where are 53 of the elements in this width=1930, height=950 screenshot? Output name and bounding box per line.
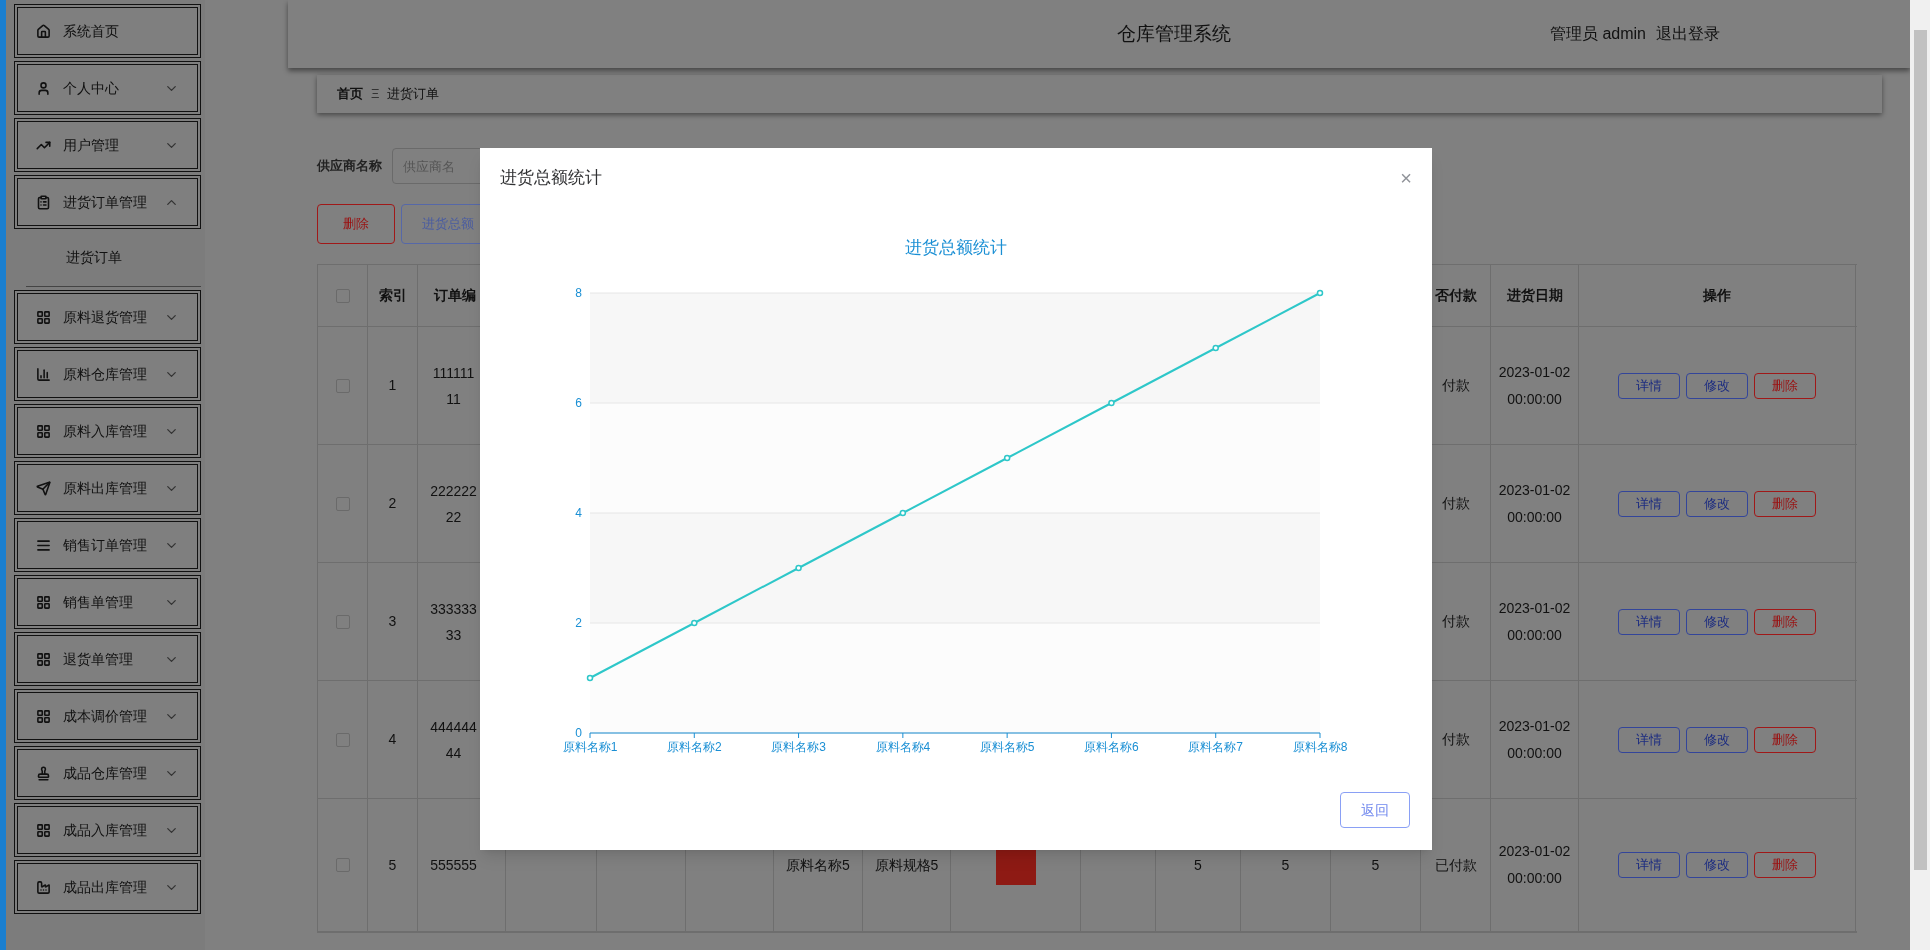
table-cell-text: 2023-01-02 00:00:00 [1498,842,1571,888]
axis-category-label: 原料名称3 [771,740,826,754]
table-cell-text: 44 [445,743,462,763]
table-cell-text: 2023-01-02 00:00:00 [1498,362,1571,409]
axis-tick-label: 4 [575,506,582,520]
table-cell-text: 2023-01-02 00:00:00 [1498,480,1571,527]
table-cell-text: 4 [388,730,397,749]
table-cell-text: 22 [445,507,462,527]
column-header: 操作 [1703,286,1731,305]
axis-category-label: 原料名称4 [875,740,931,754]
table-cell-text: 11 [446,389,461,409]
table-cell-text: 222222 [430,481,477,501]
table-cell-text: 111111 [432,363,475,383]
table-cell-text: 付款 [1441,612,1470,631]
table-cell-text: 333333 [430,599,477,619]
table-cell-text: 444444 [430,717,477,737]
chart-title: 进货总额统计 [905,238,1007,257]
axis-tick-label: 2 [575,616,582,630]
axis-tick-label: 8 [575,286,582,300]
table-cell-text: 付款 [1441,730,1470,749]
axis-tick-label: 6 [575,396,582,410]
table-cell-text: 1 [388,376,397,395]
axis-tick-label: 0 [575,726,582,740]
user-label: 管理员 admin [1549,24,1646,44]
breadcrumb-separator: Ξ [371,85,380,104]
column-header: 订单编 [434,286,476,305]
table-cell-text: 原料规格5 [874,855,939,875]
axis-category-label: 原料名称7 [1188,740,1244,754]
table-cell-text: 2023-01-02 00:00:00 [1498,716,1571,763]
table-cell-text: 555555 [430,856,477,875]
axis-category-label: 原料名称8 [1292,740,1348,754]
column-header: 否付款 [1434,286,1477,305]
table-cell-text: 2023-01-02 00:00:00 [1498,598,1571,645]
axis-category-label: 原料名称5 [979,740,1035,754]
axis-category-label: 原料名称1 [562,740,618,754]
table-cell-text: 已付款 [1434,855,1477,875]
axis-category-label: 原料名称2 [666,740,722,754]
dialog-title: 进货总额统计 [500,167,602,190]
table-cell-text: 5 [388,855,397,875]
table-cell-text: 原料名称5 [786,855,850,875]
axis-category-label: 原料名称6 [1084,740,1139,754]
table-cell-text: 付款 [1441,376,1470,395]
app-title: 仓库管理系统 [1117,21,1231,46]
table-cell-text: 5 [1281,855,1290,875]
table-cell-text: 5 [1371,855,1380,875]
table-cell-text: 3 [388,612,397,631]
column-header: 索引 [378,286,407,305]
table-cell-text: 付款 [1441,494,1470,513]
table-cell-text: 5 [1194,855,1202,875]
field-label: 供应商名称 [317,157,382,176]
column-header: 进货日期 [1506,286,1563,305]
table-cell-text: 2 [388,494,397,513]
table-cell-text: 33 [445,625,462,645]
